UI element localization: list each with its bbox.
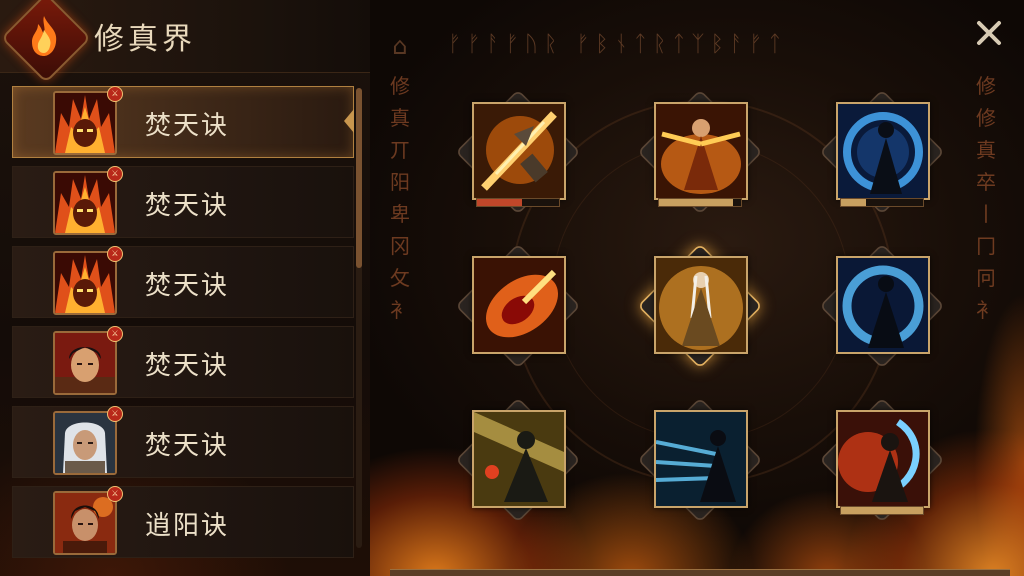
fire-fang-icon — [472, 256, 566, 354]
flame-emblem-icon — [22, 12, 66, 60]
technique-name: 焚天诀 — [145, 111, 230, 141]
close-icon — [977, 21, 1001, 45]
technique-name: 逍阳诀 — [145, 511, 230, 541]
skill-node-flame-monk[interactable] — [637, 89, 763, 215]
skill-progress-bar — [840, 506, 924, 515]
frost-shadow-icon — [836, 102, 930, 200]
flame-monk-icon — [654, 102, 748, 200]
list-item[interactable]: ⚔ 焚天诀 — [12, 406, 354, 478]
upgrade-badge: ⚔ — [107, 246, 123, 262]
list-item[interactable]: ⚔ 焚天诀 — [12, 246, 354, 318]
white-haired-elder-avatar — [53, 411, 117, 475]
bottom-divider — [390, 569, 1010, 576]
upgrade-badge: ⚔ — [107, 166, 123, 182]
page-title: 修真界 — [94, 22, 196, 57]
fire-demon-avatar — [53, 171, 117, 235]
golden-warrior-icon — [472, 410, 566, 508]
skill-node-fire-fang[interactable] — [455, 243, 581, 369]
skill-node-blue-aura[interactable] — [819, 243, 945, 369]
fire-demon-avatar — [53, 91, 117, 155]
rune-emblem-icon: ⌂ — [392, 32, 408, 60]
technique-name: 焚天诀 — [145, 431, 230, 461]
young-cultivator-avatar — [53, 491, 117, 555]
upgrade-badge: ⚔ — [107, 326, 123, 342]
list-item[interactable]: ⚔ 焚天诀 — [12, 326, 354, 398]
skill-node-storm-beast[interactable] — [819, 397, 945, 523]
progress-fill — [841, 507, 923, 514]
skill-list-panel: 修真界 ⚔ 焚天诀 ⚔ 焚天诀 ⚔ 焚天诀 ⚔ 焚天诀 ⚔ 焚天诀 ⚔ 逍阳诀 — [0, 0, 370, 576]
close-button[interactable] — [972, 16, 1006, 50]
upgrade-badge: ⚔ — [107, 86, 123, 102]
skill-node-frost-shadow[interactable] — [819, 89, 945, 215]
technique-name: 焚天诀 — [145, 351, 230, 381]
blade-strike-icon — [472, 102, 566, 200]
technique-name: 焚天诀 — [145, 191, 230, 221]
warrior-man-avatar — [53, 331, 117, 395]
skill-progress-bar — [658, 198, 742, 207]
skill-node-golden-sage[interactable] — [637, 243, 763, 369]
technique-list: ⚔ 焚天诀 ⚔ 焚天诀 ⚔ 焚天诀 ⚔ 焚天诀 ⚔ 焚天诀 ⚔ 逍阳诀 — [12, 86, 354, 566]
skill-tree-area: ⌂ ᚠᚠᚨᚠᚢᚱ ᚠᛒᚾᛏᚱᛏᛉᛒᚨᚠᛏ 修 真 丌 阳 卑 冈 攵 衤 修 修… — [370, 0, 1024, 576]
skill-node-wind-cloak[interactable] — [637, 397, 763, 523]
progress-fill — [477, 199, 523, 206]
side-inscription-left: 修 真 丌 阳 卑 冈 攵 衤 — [390, 74, 410, 322]
skill-node-golden-warrior[interactable] — [455, 397, 581, 523]
skill-progress-bar — [476, 198, 560, 207]
list-item[interactable]: ⚔ 焚天诀 — [12, 86, 354, 158]
skill-progress-bar — [840, 198, 924, 207]
skill-node-blade-strike[interactable] — [455, 89, 581, 215]
side-inscription-right: 修 修 真 卒 丨 冂 冋 衤 — [976, 74, 996, 322]
golden-sage-icon — [654, 256, 748, 354]
scroll-thumb[interactable] — [356, 88, 362, 268]
progress-fill — [841, 199, 866, 206]
wind-cloak-icon — [654, 410, 748, 508]
rune-inscription: ᚠᚠᚨᚠᚢᚱ ᚠᛒᚾᛏᚱᛏᛉᛒᚨᚠᛏ — [448, 32, 788, 57]
list-scrollbar[interactable] — [356, 88, 362, 548]
fire-demon-avatar — [53, 251, 117, 315]
list-item[interactable]: ⚔ 焚天诀 — [12, 166, 354, 238]
technique-name: 焚天诀 — [145, 271, 230, 301]
upgrade-badge: ⚔ — [107, 406, 123, 422]
list-item[interactable]: ⚔ 逍阳诀 — [12, 486, 354, 558]
upgrade-badge: ⚔ — [107, 486, 123, 502]
blue-aura-icon — [836, 256, 930, 354]
storm-beast-icon — [836, 410, 930, 508]
header-bar: 修真界 — [0, 0, 370, 84]
progress-fill — [659, 199, 733, 206]
